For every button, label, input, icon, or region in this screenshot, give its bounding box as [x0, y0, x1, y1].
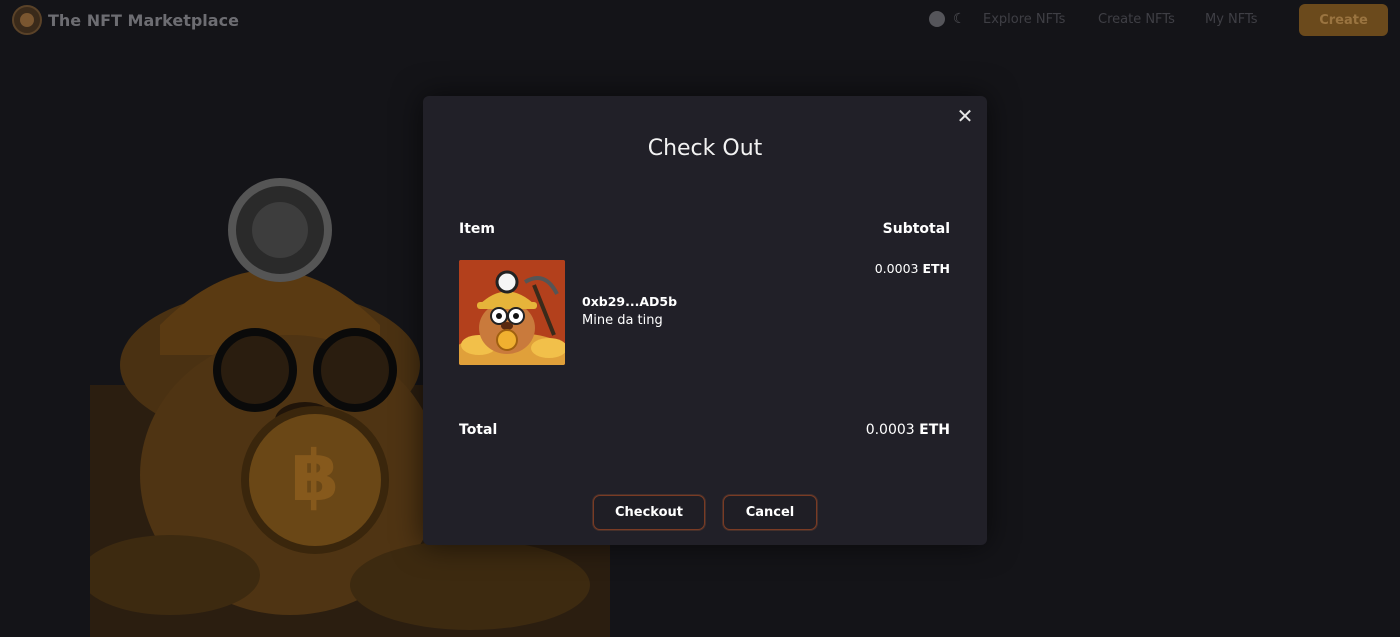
brand-name: The NFT Marketplace	[48, 10, 239, 30]
brand-logo-icon	[12, 5, 42, 35]
create-button[interactable]: Create	[1299, 4, 1388, 36]
modal-title: Check Out	[647, 136, 763, 161]
moon-icon: ☾	[953, 11, 966, 27]
navbar: The NFT Marketplace ☾ Explore NFTs Creat…	[0, 0, 1400, 40]
item-thumbnail	[459, 260, 565, 365]
nav-link-create-nfts[interactable]: Create NFTs	[1098, 12, 1175, 27]
checkout-modal: ✕ Check Out Item Subtotal 0xb29...AD5b M…	[423, 96, 987, 545]
item-column-header: Item	[459, 221, 495, 237]
theme-dot-icon	[929, 11, 945, 27]
total-unit: ETH	[919, 422, 950, 438]
total-amount: 0.0003 ETH	[866, 422, 950, 438]
item-price-unit: ETH	[922, 261, 950, 276]
item-subtotal: 0.0003 ETH	[875, 261, 950, 276]
theme-toggle[interactable]: ☾	[929, 11, 966, 27]
nav-link-explore[interactable]: Explore NFTs	[983, 12, 1065, 27]
checkout-button[interactable]: Checkout	[593, 495, 705, 530]
item-price-value: 0.0003	[874, 261, 919, 276]
brand[interactable]: The NFT Marketplace	[12, 5, 239, 35]
item-owner-address: 0xb29...AD5b	[582, 294, 678, 309]
close-icon[interactable]: ✕	[955, 106, 975, 126]
nav-link-my-nfts[interactable]: My NFTs	[1205, 12, 1258, 27]
total-label: Total	[459, 422, 498, 438]
item-name: Mine da ting	[582, 313, 663, 328]
cancel-button[interactable]: Cancel	[723, 495, 817, 530]
svg-text:฿: ฿	[291, 435, 340, 517]
total-value: 0.0003	[865, 422, 915, 438]
subtotal-column-header: Subtotal	[882, 221, 950, 237]
